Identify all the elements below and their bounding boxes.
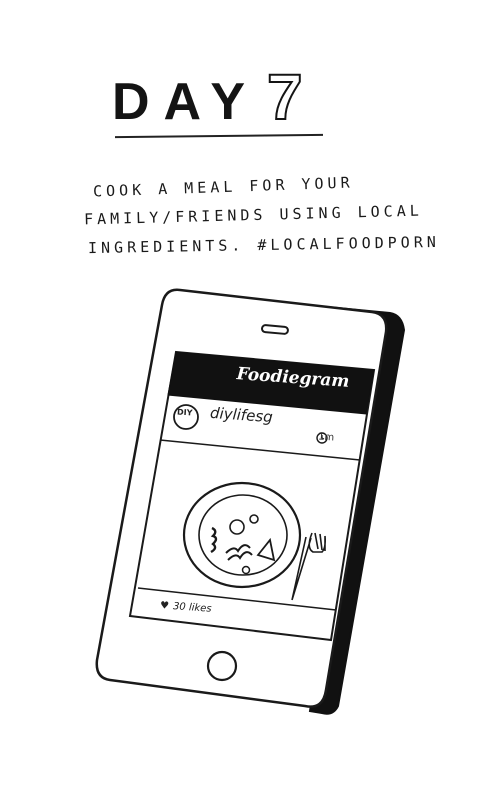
heart-icon: ♥ [159, 600, 170, 612]
avatar-text: DIY [176, 407, 193, 418]
timestamp: 1m [317, 431, 335, 444]
home-button [206, 650, 238, 682]
phone-illustration [95, 288, 406, 715]
